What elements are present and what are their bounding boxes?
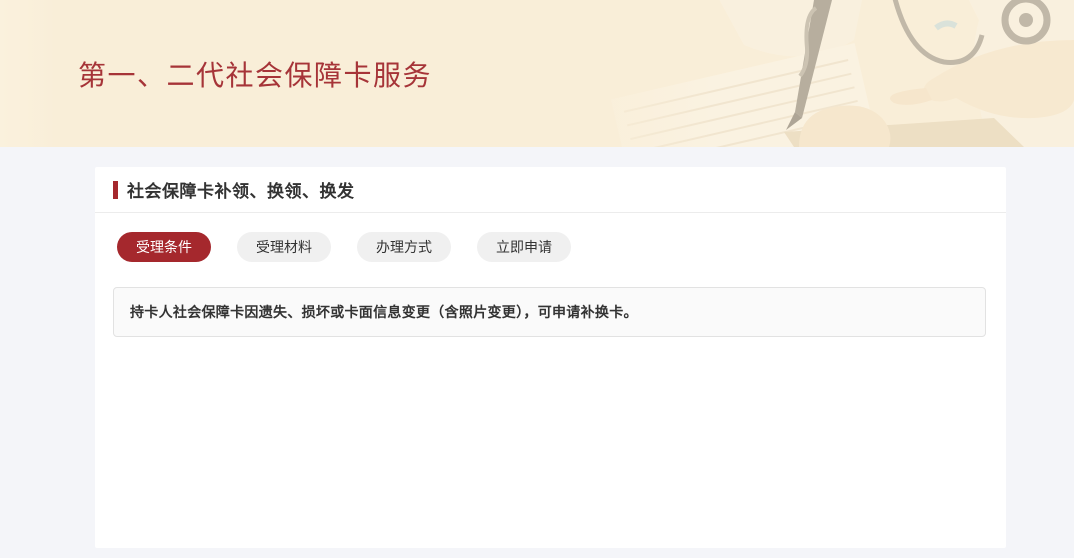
notice-text: 持卡人社会保障卡因遗失、损坏或卡面信息变更（含照片变更），可申请补换卡。 bbox=[130, 304, 638, 320]
tab-apply-now[interactable]: 立即申请 bbox=[477, 232, 571, 262]
page-title: 第一、二代社会保障卡服务 bbox=[78, 54, 432, 94]
service-card: 社会保障卡补领、换领、换发 受理条件 受理材料 办理方式 立即申请 持卡人社会保… bbox=[95, 167, 1006, 548]
section-title: 社会保障卡补领、换领、换发 bbox=[127, 177, 355, 202]
pointing-finger bbox=[890, 88, 932, 105]
page-banner: 第一、二代社会保障卡服务 bbox=[0, 0, 1074, 147]
tab-bar: 受理条件 受理材料 办理方式 立即申请 bbox=[117, 232, 988, 262]
tab-processing-method[interactable]: 办理方式 bbox=[357, 232, 451, 262]
page-body: 社会保障卡补领、换领、换发 受理条件 受理材料 办理方式 立即申请 持卡人社会保… bbox=[0, 147, 1074, 548]
banner-photo bbox=[564, 0, 1074, 147]
notice-text-box: 持卡人社会保障卡因遗失、损坏或卡面信息变更（含照片变更），可申请补换卡。 bbox=[113, 287, 986, 337]
tab-acceptance-conditions[interactable]: 受理条件 bbox=[117, 232, 211, 262]
tab-required-materials[interactable]: 受理材料 bbox=[237, 232, 331, 262]
pointing-hand bbox=[924, 40, 1074, 118]
card-header: 社会保障卡补领、换领、换发 bbox=[95, 167, 1006, 213]
red-accent-bar bbox=[113, 181, 118, 199]
